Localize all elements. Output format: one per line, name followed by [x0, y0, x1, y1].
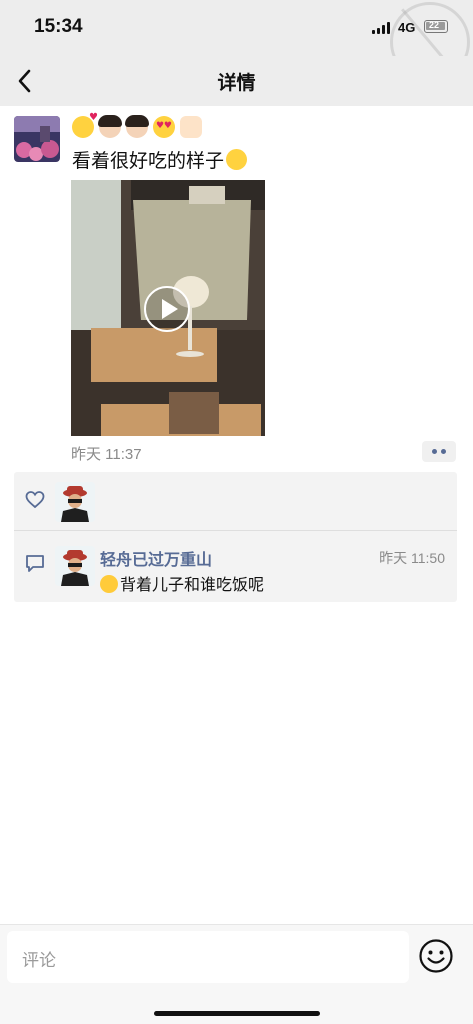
comment-bar: 评论	[0, 924, 473, 1024]
smiling-face-icon	[226, 149, 248, 170]
comment-input[interactable]: 评论	[7, 931, 409, 983]
status-bar: 15:34 4G 22	[0, 0, 473, 82]
kiss-face-icon	[72, 112, 98, 138]
heart-eyes-icon	[153, 116, 175, 138]
commenter-name[interactable]: 轻舟已过万重山	[100, 546, 212, 570]
clapping-hands-icon	[180, 116, 202, 138]
nav-bar: 详情	[0, 56, 473, 106]
comment-bubble-icon	[26, 555, 44, 572]
home-indicator	[154, 1011, 320, 1016]
post-text: 看着很好吃的样子	[72, 146, 248, 173]
more-actions-button[interactable]	[422, 441, 456, 462]
signal-icon	[372, 22, 390, 34]
heart-outline-icon	[25, 491, 45, 509]
comment-text-content: 背着儿子和谁吃饭呢	[120, 575, 265, 594]
likes-comments-panel: 轻舟已过万重山 昨天 11:50 背着儿子和谁吃饭呢	[14, 472, 457, 602]
post-video[interactable]	[71, 180, 265, 436]
panel-divider	[14, 530, 457, 531]
status-time: 15:34	[34, 16, 83, 37]
post-timestamp: 昨天 11:37	[71, 446, 142, 463]
comment-text[interactable]: 背着儿子和谁吃饭呢	[100, 571, 264, 595]
thinking-face-icon	[100, 575, 118, 593]
comment-timestamp: 昨天 11:50	[379, 550, 445, 566]
page-title: 详情	[217, 72, 256, 94]
liker-avatar[interactable]	[55, 482, 95, 522]
commenter-avatar[interactable]	[55, 546, 95, 586]
post-text-content: 看着很好吃的样子	[72, 150, 225, 172]
comment-placeholder: 评论	[22, 951, 56, 971]
woman-face-icon	[125, 115, 149, 138]
play-button-icon[interactable]	[144, 286, 190, 332]
woman-face-icon	[98, 115, 122, 138]
emoji-icon[interactable]	[418, 938, 454, 974]
post-author-avatar[interactable]	[14, 116, 60, 162]
post-emoji-row	[72, 112, 202, 138]
